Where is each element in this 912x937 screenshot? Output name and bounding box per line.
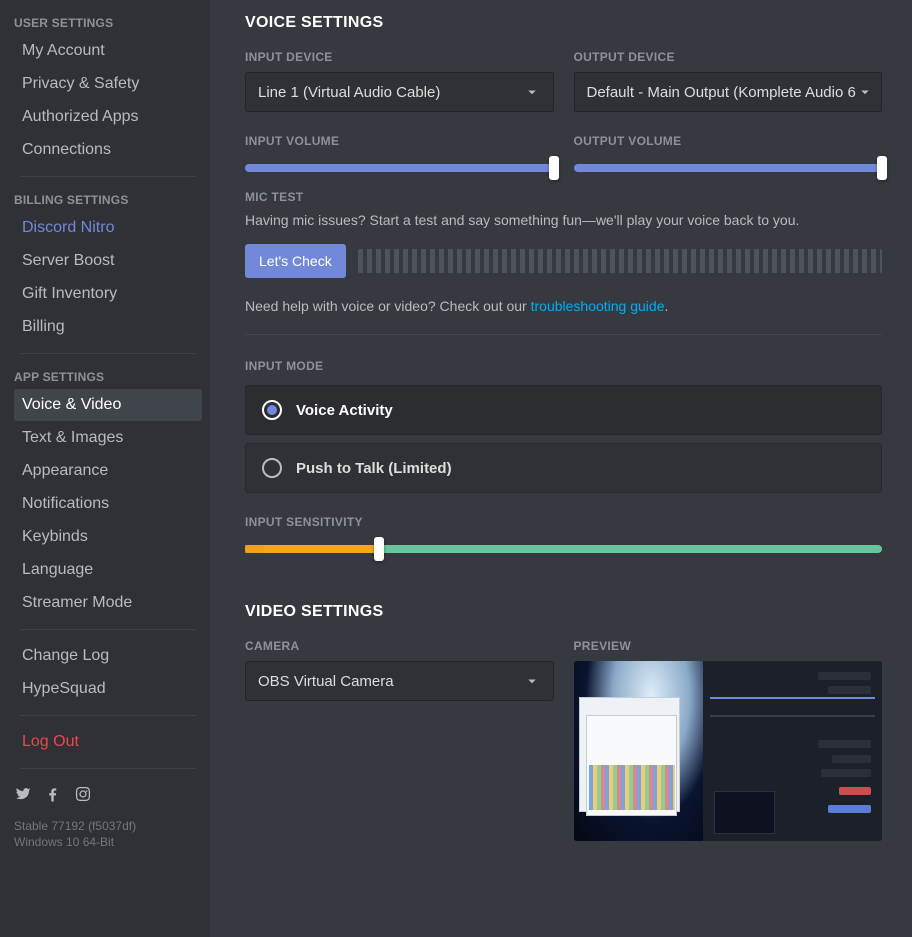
build-info: Stable 77192 (f5037df) Windows 10 64-Bit bbox=[14, 816, 202, 850]
sidebar: USER SETTINGSMy AccountPrivacy & SafetyA… bbox=[0, 0, 210, 937]
sidebar-item-connections[interactable]: Connections bbox=[14, 134, 202, 166]
input-mode-push-to-talk[interactable]: Push to Talk (Limited) bbox=[245, 443, 882, 493]
sidebar-item-nitro[interactable]: Discord Nitro bbox=[14, 212, 202, 244]
input-sensitivity-slider[interactable] bbox=[245, 545, 882, 553]
separator bbox=[20, 629, 196, 630]
input-sensitivity-label: INPUT SENSITIVITY bbox=[245, 515, 882, 529]
sidebar-item-billing[interactable]: Billing bbox=[14, 311, 202, 343]
camera-value: OBS Virtual Camera bbox=[258, 673, 394, 690]
sidebar-item-language[interactable]: Language bbox=[14, 554, 202, 586]
mic-level-meter bbox=[358, 249, 882, 273]
input-mode-label: INPUT MODE bbox=[245, 359, 882, 373]
sidebar-item-authorized-apps[interactable]: Authorized Apps bbox=[14, 101, 202, 133]
separator bbox=[245, 334, 882, 335]
mic-test-text: Having mic issues? Start a test and say … bbox=[245, 212, 882, 228]
camera-select[interactable]: OBS Virtual Camera bbox=[245, 661, 554, 701]
input-volume-slider[interactable] bbox=[245, 164, 554, 172]
separator bbox=[20, 176, 196, 177]
input-device-value: Line 1 (Virtual Audio Cable) bbox=[258, 84, 440, 101]
separator bbox=[20, 768, 196, 769]
sidebar-item-change-log[interactable]: Change Log bbox=[14, 640, 202, 672]
sidebar-item-notifications[interactable]: Notifications bbox=[14, 488, 202, 520]
twitter-icon[interactable] bbox=[14, 785, 32, 808]
radio-icon bbox=[262, 458, 282, 478]
camera-label: CAMERA bbox=[245, 639, 554, 653]
input-device-select[interactable]: Line 1 (Virtual Audio Cable) bbox=[245, 72, 554, 112]
mic-test-button[interactable]: Let's Check bbox=[245, 244, 346, 278]
sidebar-header: APP SETTINGS bbox=[14, 364, 202, 388]
sidebar-item-text-images[interactable]: Text & Images bbox=[14, 422, 202, 454]
sidebar-item-voice-video[interactable]: Voice & Video bbox=[14, 389, 202, 421]
output-volume-slider[interactable] bbox=[574, 164, 883, 172]
sidebar-header: BILLING SETTINGS bbox=[14, 187, 202, 211]
chevron-down-icon bbox=[523, 672, 541, 690]
preview-label: PREVIEW bbox=[574, 639, 883, 653]
sidebar-item-hypesquad[interactable]: HypeSquad bbox=[14, 673, 202, 705]
separator bbox=[20, 715, 196, 716]
camera-preview bbox=[574, 661, 883, 841]
sidebar-item-appearance[interactable]: Appearance bbox=[14, 455, 202, 487]
sidebar-item-server-boost[interactable]: Server Boost bbox=[14, 245, 202, 277]
input-mode-voice-activity[interactable]: Voice Activity bbox=[245, 385, 882, 435]
video-settings-title: VIDEO SETTINGS bbox=[245, 603, 882, 621]
input-device-label: INPUT DEVICE bbox=[245, 50, 554, 64]
output-volume-label: OUTPUT VOLUME bbox=[574, 134, 883, 148]
output-device-label: OUTPUT DEVICE bbox=[574, 50, 883, 64]
main-content: VOICE SETTINGS INPUT DEVICE Line 1 (Virt… bbox=[210, 0, 912, 937]
sidebar-item-privacy[interactable]: Privacy & Safety bbox=[14, 68, 202, 100]
sidebar-item-gift-inventory[interactable]: Gift Inventory bbox=[14, 278, 202, 310]
slider-thumb[interactable] bbox=[549, 156, 559, 180]
sidebar-item-log-out[interactable]: Log Out bbox=[14, 726, 202, 758]
output-device-select[interactable]: Default - Main Output (Komplete Audio 6 bbox=[574, 72, 883, 112]
troubleshooting-link[interactable]: troubleshooting guide bbox=[531, 298, 665, 314]
instagram-icon[interactable] bbox=[74, 785, 92, 808]
help-text: Need help with voice or video? Check out… bbox=[245, 298, 882, 314]
slider-thumb[interactable] bbox=[877, 156, 887, 180]
mic-test-label: MIC TEST bbox=[245, 190, 882, 204]
input-volume-label: INPUT VOLUME bbox=[245, 134, 554, 148]
chevron-down-icon bbox=[523, 83, 541, 101]
sidebar-header: USER SETTINGS bbox=[14, 10, 202, 34]
slider-thumb[interactable] bbox=[374, 537, 384, 561]
social-icons bbox=[14, 779, 202, 816]
facebook-icon[interactable] bbox=[44, 785, 62, 808]
chevron-down-icon bbox=[856, 83, 874, 101]
sidebar-item-keybinds[interactable]: Keybinds bbox=[14, 521, 202, 553]
sidebar-item-my-account[interactable]: My Account bbox=[14, 35, 202, 67]
separator bbox=[20, 353, 196, 354]
voice-settings-title: VOICE SETTINGS bbox=[245, 14, 882, 32]
output-device-value: Default - Main Output (Komplete Audio 6 bbox=[587, 84, 856, 101]
radio-icon bbox=[262, 400, 282, 420]
sidebar-item-streamer-mode[interactable]: Streamer Mode bbox=[14, 587, 202, 619]
